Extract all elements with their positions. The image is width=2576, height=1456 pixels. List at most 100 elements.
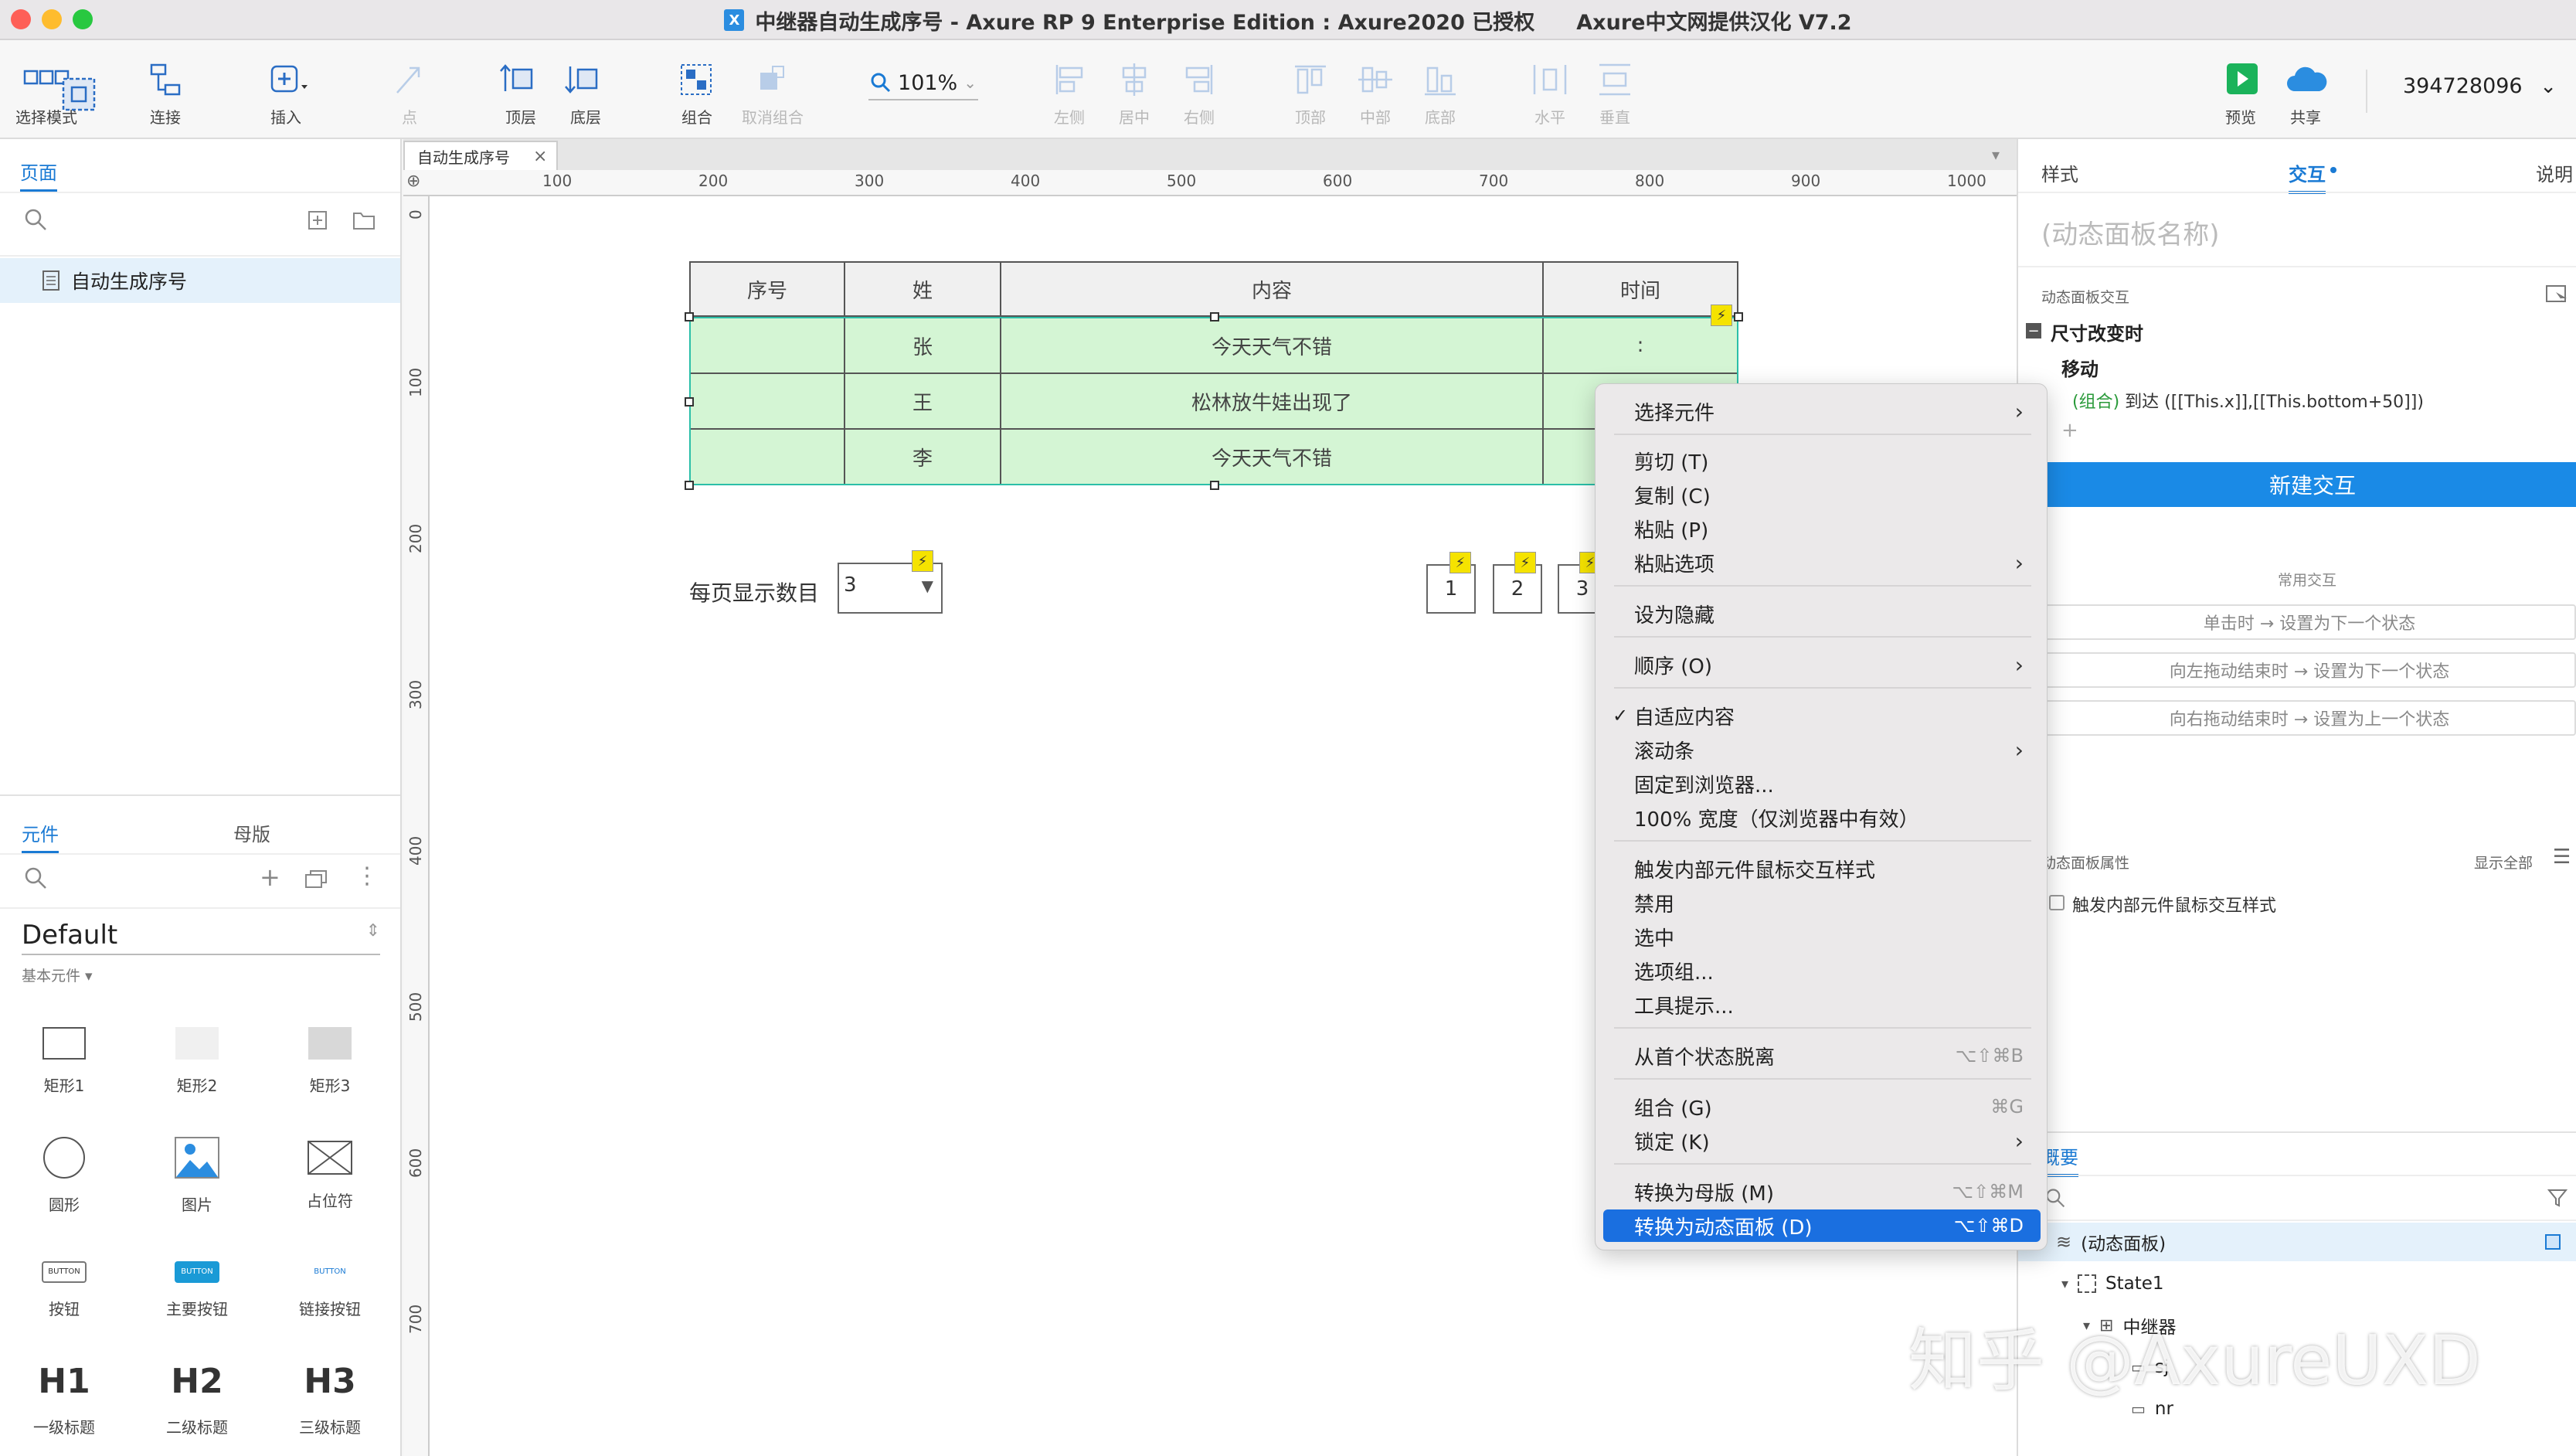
tab-dropdown-icon[interactable]: ▾ xyxy=(1992,145,2000,164)
doc-tab[interactable]: 自动生成序号 × xyxy=(403,141,558,170)
resize-handle[interactable] xyxy=(1210,481,1219,490)
add-library-icon[interactable]: + xyxy=(260,862,280,892)
new-interaction-button[interactable]: 新建交互 xyxy=(2046,462,2576,507)
library-copy-icon[interactable] xyxy=(304,869,328,889)
widget-button[interactable]: BUTTON 按钮 xyxy=(6,1240,122,1340)
widget-circle[interactable]: 圆形 xyxy=(6,1125,122,1226)
widget-rectangle1[interactable]: 矩形1 xyxy=(6,1011,122,1111)
menu-item-trigger-style[interactable]: 触发内部元件鼠标交互样式 xyxy=(1603,852,2041,885)
select-box-icon xyxy=(62,77,96,111)
panel-name-input[interactable]: (动态面板名称) xyxy=(2041,213,2559,252)
tab-pages[interactable]: 页面 xyxy=(20,158,57,192)
align-right-button[interactable]: 右侧 xyxy=(1153,56,1246,133)
align-top-label: 顶部 xyxy=(1295,107,1326,127)
widget-image[interactable]: 图片 xyxy=(139,1125,255,1226)
resize-handle[interactable] xyxy=(685,312,694,321)
tab-widgets[interactable]: 元件 xyxy=(22,819,59,854)
show-all-link[interactable]: 显示全部 xyxy=(2474,852,2533,873)
cursor-select-icon[interactable] xyxy=(2545,283,2568,306)
more-options-icon[interactable]: ⋮ xyxy=(355,862,379,890)
menu-item-option-group[interactable]: 选项组... xyxy=(1603,954,2041,987)
tab-interaction[interactable]: 交互 xyxy=(2289,159,2326,194)
outline-search-icon[interactable] xyxy=(2044,1187,2066,1209)
menu-item-select-widget[interactable]: 选择元件 › xyxy=(1603,395,2041,427)
user-account-menu[interactable]: 394728096 ⌄ xyxy=(2403,74,2557,98)
resize-handle[interactable] xyxy=(685,397,694,407)
resize-handle[interactable] xyxy=(1734,312,1743,321)
align-bottom-button[interactable]: 底部 xyxy=(1394,56,1487,133)
select-contained-button[interactable] xyxy=(56,56,102,133)
menu-item-break-away[interactable]: 从首个状态脱离 ⌥⇧⌘B xyxy=(1603,1039,2041,1072)
menu-lines-icon[interactable]: ☰ xyxy=(2553,845,2571,869)
menu-item-tooltip[interactable]: 工具提示... xyxy=(1603,988,2041,1021)
zoom-magnifier-icon xyxy=(871,73,891,93)
menu-item-convert-to-master[interactable]: 转换为母版 (M) ⌥⇧⌘M xyxy=(1603,1175,2041,1208)
widget-rectangle2[interactable]: 矩形2 xyxy=(139,1011,255,1111)
widget-link-button[interactable]: BUTTON 链接按钮 xyxy=(272,1240,388,1340)
common-interaction-swipe-left[interactable]: 向左拖动结束时 → 设置为下一个状态 xyxy=(2043,652,2576,688)
point-button[interactable]: 点 xyxy=(363,56,456,133)
menu-item-fit-content[interactable]: ✓ 自适应内容 xyxy=(1603,699,2041,732)
zoom-select[interactable]: 101% ⌄ xyxy=(868,66,978,100)
menu-item-full-width[interactable]: 100% 宽度（仅浏览器中有效） xyxy=(1603,801,2041,834)
collapse-toggle-icon[interactable]: − xyxy=(2026,323,2041,339)
distribute-vertical-button[interactable]: 垂直 xyxy=(1568,56,1661,133)
add-folder-icon[interactable] xyxy=(352,210,376,230)
menu-item-pin-to-browser[interactable]: 固定到浏览器... xyxy=(1603,767,2041,800)
outline-item-dynamic-panel[interactable]: ▾ ≋ (动态面板) xyxy=(2018,1223,2576,1261)
ungroup-button[interactable]: 取消组合 xyxy=(726,56,819,133)
widget-placeholder[interactable]: 占位符 xyxy=(272,1125,388,1226)
table-header-cell[interactable]: 姓 xyxy=(844,261,1001,317)
library-select[interactable]: Default ⇕ xyxy=(22,920,380,955)
page-item-auto-number[interactable]: 自动生成序号 xyxy=(0,258,400,303)
menu-item-copy[interactable]: 复制 (C) xyxy=(1603,478,2041,511)
common-interaction-click[interactable]: 单击时 → 设置为下一个状态 xyxy=(2043,604,2576,640)
menu-item-convert-to-dynamic-panel[interactable]: 转换为动态面板 (D) ⌥⇧⌘D xyxy=(1603,1209,2041,1242)
widget-primary-button[interactable]: BUTTON 主要按钮 xyxy=(139,1240,255,1340)
action-name[interactable]: 移动 xyxy=(2061,354,2099,381)
ungroup-icon xyxy=(760,65,784,90)
outline-filter-icon[interactable] xyxy=(2547,1187,2568,1209)
widget-heading1[interactable]: H1 一级标题 xyxy=(6,1349,122,1450)
menu-shortcut: ⌥⇧⌘B xyxy=(1955,1045,2024,1066)
share-button[interactable]: 共享 xyxy=(2259,56,2352,133)
event-name[interactable]: 尺寸改变时 xyxy=(2051,318,2143,345)
table-header-cell[interactable]: 序号 xyxy=(689,261,845,317)
outline-item-state1[interactable]: ▾ State1 xyxy=(2018,1264,2576,1303)
resize-handle[interactable] xyxy=(685,481,694,490)
menu-label: 组合 (G) xyxy=(1634,1097,1712,1121)
close-tab-icon[interactable]: × xyxy=(533,147,547,166)
widget-category[interactable]: 基本元件 ▾ xyxy=(22,964,93,985)
table-header-cell[interactable]: 时间 xyxy=(1542,261,1738,317)
tab-masters[interactable]: 母版 xyxy=(233,819,270,846)
table-header-cell[interactable]: 内容 xyxy=(1000,261,1544,317)
tab-notes[interactable]: 说明 xyxy=(2536,159,2573,186)
menu-item-paste-options[interactable]: 粘贴选项 › xyxy=(1603,546,2041,579)
menu-item-group[interactable]: 组合 (G) ⌘G xyxy=(1603,1090,2041,1123)
widget-rectangle3[interactable]: 矩形3 xyxy=(272,1011,388,1111)
expand-icon: ▾ xyxy=(2061,1275,2069,1292)
menu-item-order[interactable]: 顺序 (O) › xyxy=(1603,648,2041,681)
share-cloud-icon xyxy=(2287,66,2327,91)
send-to-bottom-button[interactable]: 底层 xyxy=(539,56,632,133)
menu-item-selected[interactable]: 选中 xyxy=(1603,920,2041,953)
menu-item-paste[interactable]: 粘贴 (P) xyxy=(1603,512,2041,545)
widget-heading3[interactable]: H3 三级标题 xyxy=(272,1349,388,1450)
search-icon[interactable] xyxy=(23,207,48,232)
menu-item-hide[interactable]: 设为隐藏 xyxy=(1603,597,2041,630)
add-page-icon[interactable] xyxy=(308,210,328,230)
resize-handle[interactable] xyxy=(1210,312,1219,321)
menu-item-lock[interactable]: 锁定 (K) › xyxy=(1603,1124,2041,1157)
trigger-style-checkbox[interactable] xyxy=(2049,895,2065,910)
add-action-icon[interactable]: + xyxy=(2061,419,2078,442)
common-interaction-swipe-right[interactable]: 向右拖动结束时 → 设置为上一个状态 xyxy=(2043,700,2576,736)
menu-item-cut[interactable]: 剪切 (T) xyxy=(1603,444,2041,477)
tab-style[interactable]: 样式 xyxy=(2041,159,2078,186)
widget-search-icon[interactable] xyxy=(23,866,48,890)
connect-button[interactable]: 连接 xyxy=(119,56,212,133)
widget-heading2[interactable]: H2 二级标题 xyxy=(139,1349,255,1450)
menu-item-disable[interactable]: 禁用 xyxy=(1603,886,2041,919)
insert-button[interactable]: 插入 xyxy=(240,56,332,133)
menu-item-scrollbar[interactable]: 滚动条 › xyxy=(1603,733,2041,766)
action-detail[interactable]: (组合) 到达 ([[This.x]],[[This.bottom+50]]) xyxy=(2072,388,2424,413)
